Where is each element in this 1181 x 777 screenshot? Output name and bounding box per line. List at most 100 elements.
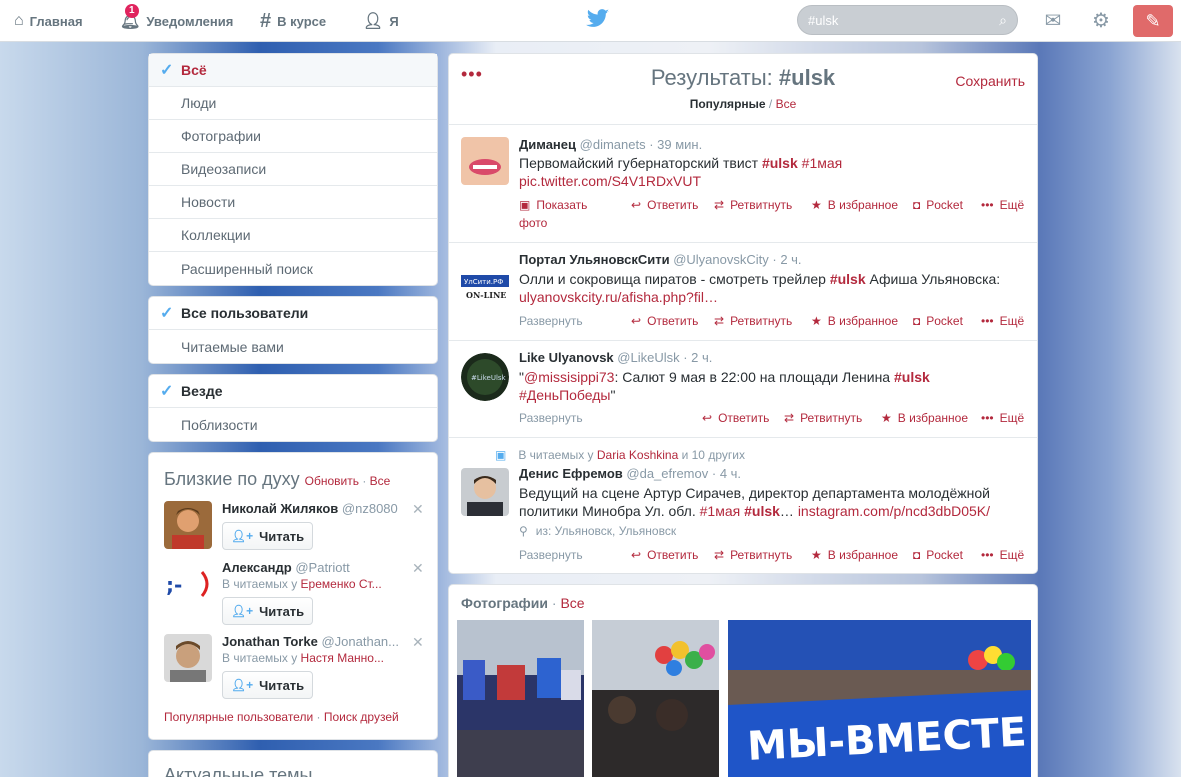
nav-me[interactable]: 👤︎ Я (363, 0, 399, 42)
photo-thumbnail[interactable]: МЫ-ВМЕСТЕ (728, 620, 1031, 777)
find-friends-link[interactable]: Поиск друзей (324, 710, 399, 724)
expand-button[interactable]: Развернуть (519, 314, 583, 328)
hashtag[interactable]: #ulsk (830, 271, 866, 287)
favorite-button[interactable]: ★ В избранное (811, 548, 898, 562)
filter-all[interactable]: ✓ Всё (149, 54, 437, 87)
filter-photos[interactable]: Фотографии (149, 120, 437, 153)
search-results: ••• Результаты: #ulsk Популярные / Все С… (448, 53, 1038, 574)
popular-users-link[interactable]: Популярные пользователи (164, 710, 313, 724)
retweet-button[interactable]: ⇄ Ретвитнуть (714, 314, 792, 328)
filter-everywhere[interactable]: ✓ Везде (149, 375, 437, 408)
pocket-button[interactable]: ◘ Pocket (913, 198, 963, 212)
avatar[interactable] (164, 501, 212, 549)
search-input[interactable]: #ulsk ⌕ (797, 5, 1018, 35)
filter-all-users[interactable]: ✓ Все пользователи (149, 297, 437, 330)
compose-tweet-button[interactable]: ✎ (1133, 5, 1173, 37)
retweet-button[interactable]: ⇄ Ретвитнуть (714, 198, 792, 212)
filter-people[interactable]: Люди (149, 87, 437, 120)
hashtag[interactable]: #ulsk (744, 503, 780, 519)
favorite-button[interactable]: ★ В избранное (811, 314, 898, 328)
place-filter: ✓ Везде Поблизости (148, 374, 438, 442)
filter-news[interactable]: Новости (149, 186, 437, 219)
dismiss-close-icon[interactable]: ✕ (412, 560, 424, 577)
user-name[interactable]: Николай Жиляков @nz8080 (222, 501, 398, 516)
tweet-author[interactable]: Диманец (519, 137, 576, 152)
tweet-link[interactable]: ulyanovskcity.ru/afisha.php?fil… (519, 289, 718, 305)
tweet-time[interactable]: 39 мин. (657, 137, 702, 152)
tweet-header: Денис Ефремов @da_efremov · 4 ч. (519, 466, 742, 481)
hashtag[interactable]: #ДеньПобеды (519, 387, 611, 403)
search-icon[interactable]: ⌕ (999, 12, 1007, 29)
retweet-button[interactable]: ⇄ Ретвитнуть (714, 548, 792, 562)
more-button[interactable]: ••• Ещё (981, 198, 1024, 212)
reply-button[interactable]: ↩ Ответить (631, 314, 698, 328)
pocket-button[interactable]: ◘ Pocket (913, 314, 963, 328)
favorite-button[interactable]: ★ В избранное (881, 411, 968, 425)
avatar[interactable] (164, 634, 212, 682)
filter-collections[interactable]: Коллекции (149, 219, 437, 252)
dismiss-close-icon[interactable]: ✕ (412, 501, 424, 518)
expand-button[interactable]: Развернуть (519, 411, 583, 425)
retweet-button[interactable]: ⇄ Ретвитнуть (784, 411, 862, 425)
add-user-icon: 👤︎+ (230, 678, 254, 692)
tweet-author[interactable]: Денис Ефремов (519, 466, 623, 481)
filter-videos[interactable]: Видеозаписи (149, 153, 437, 186)
hashtag[interactable]: #ulsk (762, 155, 798, 171)
favorite-button[interactable]: ★ В избранное (811, 198, 898, 212)
photo-thumbnail[interactable] (592, 620, 719, 777)
nav-discover[interactable]: # В курсе (260, 0, 326, 42)
top-results-tab[interactable]: Популярные (690, 97, 766, 111)
tweet-link[interactable]: instagram.com/p/ncd3dbD05K/ (798, 503, 990, 519)
tweet[interactable]: УлСити.РФ ON-LINE Портал УльяновскСити @U… (449, 243, 1037, 341)
reply-button[interactable]: ↩ Ответить (702, 411, 769, 425)
mention[interactable]: @missisippi73 (524, 369, 614, 385)
wtf-refresh-link[interactable]: Обновить (305, 474, 359, 488)
tweet-author[interactable]: Like Ulyanovsk (519, 350, 614, 365)
expand-button[interactable]: Развернуть (519, 548, 583, 562)
avatar[interactable] (461, 137, 509, 185)
tweet[interactable]: Диманец @dimanets · 39 мин. Первомайский… (449, 125, 1037, 243)
photos-all-link[interactable]: Все (560, 595, 584, 611)
pocket-icon: ◘ (913, 548, 921, 562)
hashtag[interactable]: #1мая (700, 503, 741, 519)
tweet-link[interactable]: pic.twitter.com/S4V1RDxVUT (519, 173, 701, 189)
reply-button[interactable]: ↩ Ответить (631, 198, 698, 212)
more-button[interactable]: ••• Ещё (981, 314, 1024, 328)
gear-icon[interactable]: ⚙ (1088, 8, 1114, 34)
dismiss-close-icon[interactable]: ✕ (412, 634, 424, 651)
save-search-button[interactable]: Сохранить (955, 73, 1025, 89)
tweet-time[interactable]: 2 ч. (780, 252, 801, 267)
hashtag[interactable]: #ulsk (894, 369, 930, 385)
pocket-button[interactable]: ◘ Pocket (913, 548, 963, 562)
nav-home[interactable]: ⌂ Главная (14, 0, 83, 42)
hashtag[interactable]: #1мая (802, 155, 843, 171)
follow-button[interactable]: 👤︎+ Читать (222, 597, 313, 625)
reply-button[interactable]: ↩ Ответить (631, 548, 698, 562)
tweet-time[interactable]: 2 ч. (691, 350, 712, 365)
avatar[interactable]: #LikeUlsk (461, 353, 509, 401)
tweet[interactable]: ▣ В читаемых у Daria Koshkina и 10 других… (449, 438, 1037, 573)
nav-notifications[interactable]: 🔔︎ 1 Уведомления (120, 0, 233, 42)
messages-envelope-icon[interactable]: ✉ (1040, 8, 1066, 34)
follow-button[interactable]: 👤︎+ Читать (222, 671, 313, 699)
more-button[interactable]: ••• Ещё (981, 411, 1024, 425)
tweet[interactable]: #LikeUlsk Like Ulyanovsk @LikeUlsk · 2 ч… (449, 341, 1037, 438)
filter-advanced-search[interactable]: Расширенный поиск (149, 252, 437, 285)
avatar[interactable] (461, 468, 509, 516)
filter-following[interactable]: Читаемые вами (149, 330, 437, 363)
more-button[interactable]: ••• Ещё (981, 548, 1024, 562)
follow-button[interactable]: 👤︎+ Читать (222, 522, 313, 550)
photo-thumbnail[interactable] (457, 620, 584, 777)
avatar[interactable]: ;- (164, 560, 212, 608)
filter-nearby[interactable]: Поблизости (149, 408, 437, 441)
tweet-time[interactable]: 4 ч. (720, 466, 741, 481)
twitter-bird-icon[interactable] (586, 9, 610, 29)
user-name[interactable]: Александр @Patriott (222, 560, 350, 575)
all-results-tab[interactable]: Все (776, 97, 797, 111)
show-photo-button[interactable]: ▣ Показать (519, 198, 587, 212)
tweet-author[interactable]: Портал УльяновскСити (519, 252, 670, 267)
user-name[interactable]: Jonathan Torke @Jonathan... (222, 634, 399, 649)
wtf-all-link[interactable]: Все (370, 474, 391, 488)
avatar[interactable]: УлСити.РФ ON-LINE (461, 263, 509, 311)
tweet-location[interactable]: ⚲ из: Ульяновск, Ульяновск (519, 524, 676, 538)
